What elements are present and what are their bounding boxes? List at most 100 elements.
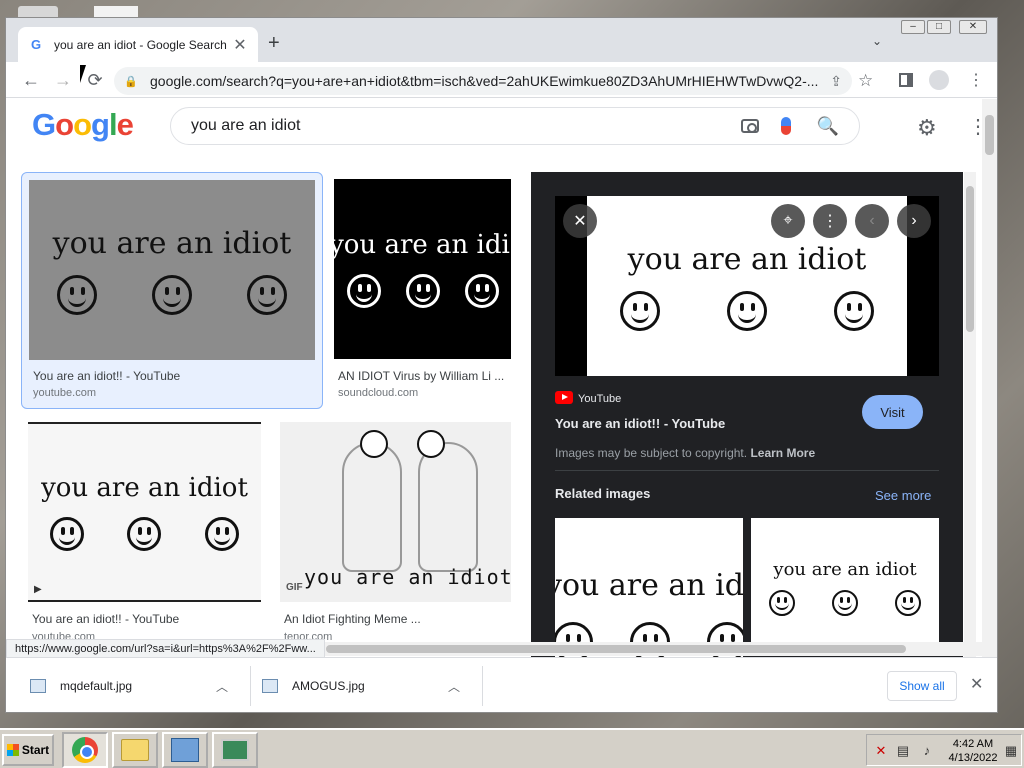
image-file-icon: [30, 679, 46, 693]
result-title[interactable]: AN IDIOT Virus by William Li ...: [338, 369, 504, 383]
clock-time[interactable]: 4:42 AM: [945, 738, 1001, 750]
tab-close-icon[interactable]: ✕: [232, 35, 248, 55]
taskbar-control-panel[interactable]: [162, 732, 208, 768]
taskbar-explorer[interactable]: [112, 732, 158, 768]
logo-letter: o: [73, 107, 92, 142]
preview-title[interactable]: You are an idiot!! - YouTube: [555, 416, 725, 431]
back-button[interactable]: ←: [20, 70, 42, 91]
download-item[interactable]: mqdefault.jpg ︿: [30, 666, 240, 706]
image-result[interactable]: you are an idiot AN IDIOT Virus by Willi…: [334, 179, 511, 409]
profile-avatar-icon[interactable]: [929, 70, 949, 90]
share-icon[interactable]: ⇪: [830, 73, 842, 90]
related-image[interactable]: you are an idio: [555, 518, 743, 657]
preview-image[interactable]: you are an idiot ✕ ⌖ ⋮ ‹ ›: [555, 196, 939, 376]
result-source: youtube.com: [33, 387, 96, 399]
download-filename: mqdefault.jpg: [60, 679, 133, 693]
side-panel-icon[interactable]: [899, 73, 913, 87]
gif-badge: GIF: [286, 582, 303, 593]
result-title[interactable]: You are an idiot!! - YouTube: [32, 612, 179, 626]
result-thumbnail[interactable]: you are an idiot: [29, 180, 315, 360]
address-bar[interactable]: 🔒 google.com/search?q=you+are+an+idiot&t…: [114, 67, 852, 95]
browser-menu-icon[interactable]: ⋮: [968, 70, 984, 90]
smiley-icon: [56, 274, 97, 315]
result-thumbnail[interactable]: you are an idiot: [334, 179, 511, 359]
more-options-icon[interactable]: ⋮: [813, 204, 847, 238]
close-download-bar-icon[interactable]: ✕: [970, 674, 983, 694]
windows-logo-icon: [6, 744, 19, 756]
url-text[interactable]: google.com/search?q=you+are+an+idiot&tbm…: [150, 73, 822, 89]
result-source: soundcloud.com: [338, 387, 419, 399]
related-image[interactable]: you are an idiot: [751, 518, 939, 656]
see-more-link[interactable]: See more: [875, 488, 931, 503]
google-apps-icon[interactable]: ⋮⋮: [968, 114, 982, 139]
thumbnail-caption: you are an idiot: [41, 473, 248, 503]
result-thumbnail[interactable]: you are an idiot! GIF: [280, 422, 511, 602]
taskbar: Start ✕ ▤ ♪ 4:42 AM 4/13/2022 ▦: [0, 728, 1024, 768]
logo-letter: g: [91, 107, 110, 142]
thumbnail-caption: you are an idiot!: [304, 565, 511, 589]
stick-figure: [342, 442, 402, 572]
lock-icon[interactable]: 🔒: [124, 75, 142, 88]
image-result[interactable]: you are an idiot You are an idiot!! - Yo…: [21, 172, 323, 409]
smiley-icon: [405, 274, 440, 308]
smiley-icon: [151, 274, 192, 315]
bookmark-star-icon[interactable]: ☆: [858, 71, 873, 91]
close-preview-button[interactable]: ✕: [563, 204, 597, 238]
preview-scrollbar-thumb[interactable]: [966, 186, 974, 332]
google-logo[interactable]: Google: [32, 107, 134, 143]
smiley-icon: [464, 274, 499, 308]
mouse-cursor-icon: [80, 65, 92, 83]
image-result[interactable]: you are an idiot! GIF An Idiot Fighting …: [280, 422, 511, 652]
horizontal-scrollbar-thumb[interactable]: [326, 645, 906, 653]
microphone-icon[interactable]: [780, 117, 791, 135]
start-label: Start: [21, 743, 50, 757]
minimize-button[interactable]: ‒: [901, 20, 925, 34]
camera-icon[interactable]: [740, 119, 759, 133]
chevron-up-icon[interactable]: ︿: [216, 678, 228, 695]
taskbar-chrome[interactable]: [62, 732, 108, 768]
maximize-button[interactable]: □: [927, 20, 951, 34]
visit-button[interactable]: Visit: [862, 395, 923, 429]
preview-scrollbar[interactable]: [964, 172, 976, 658]
next-image-button[interactable]: ›: [897, 204, 931, 238]
smiley-head-icon: [417, 430, 445, 458]
search-box[interactable]: you are an idiot 🔍: [170, 107, 860, 145]
smiley-head-icon: [360, 430, 388, 458]
previous-image-button[interactable]: ‹: [855, 204, 889, 238]
notification-icon[interactable]: ▦: [1003, 743, 1019, 759]
result-title[interactable]: You are an idiot!! - YouTube: [33, 369, 180, 383]
logo-letter: o: [55, 107, 74, 142]
network-icon[interactable]: ▤: [895, 743, 911, 759]
smiley-faces: [334, 274, 511, 308]
tab-search-chevron-icon[interactable]: ⌄: [872, 34, 882, 48]
google-lens-icon[interactable]: ⌖: [771, 204, 805, 238]
show-all-downloads-button[interactable]: Show all: [887, 671, 957, 701]
volume-icon[interactable]: ♪: [919, 743, 935, 759]
learn-more-link[interactable]: Learn More: [750, 446, 815, 460]
clock-date[interactable]: 4/13/2022: [945, 752, 1001, 764]
forward-button[interactable]: →: [52, 70, 74, 91]
search-input[interactable]: you are an idiot: [191, 117, 741, 135]
window-close-button[interactable]: ✕: [959, 20, 987, 34]
result-thumbnail[interactable]: you are an idiot ▶: [28, 422, 261, 602]
download-item[interactable]: AMOGUS.jpg ︿: [262, 666, 472, 706]
result-title[interactable]: An Idiot Fighting Meme ...: [284, 612, 421, 626]
smiley-icon: [346, 274, 381, 308]
new-tab-button[interactable]: +: [268, 32, 280, 55]
smiley-icon: [769, 589, 796, 616]
vertical-scrollbar-thumb[interactable]: [985, 115, 994, 155]
tab-google-search[interactable]: G you are an idiot - Google Search ✕: [18, 27, 258, 62]
image-result[interactable]: you are an idiot ▶ You are an idiot!! - …: [28, 422, 261, 652]
network-error-icon[interactable]: ✕: [873, 743, 889, 759]
taskbar-display[interactable]: [212, 732, 258, 768]
settings-gear-icon[interactable]: ⚙: [917, 115, 937, 141]
divider: [555, 470, 939, 471]
preview-source[interactable]: YouTube: [578, 393, 621, 405]
related-image-caption: you are an idiot: [773, 558, 917, 580]
browser-window: G you are an idiot - Google Search ✕ + ⌄…: [5, 17, 998, 713]
start-button[interactable]: Start: [2, 734, 54, 766]
copyright-notice: Images may be subject to copyright. Lear…: [555, 446, 815, 460]
chevron-up-icon[interactable]: ︿: [448, 678, 460, 695]
search-icon[interactable]: 🔍: [817, 116, 839, 137]
vertical-scrollbar[interactable]: [982, 99, 997, 657]
